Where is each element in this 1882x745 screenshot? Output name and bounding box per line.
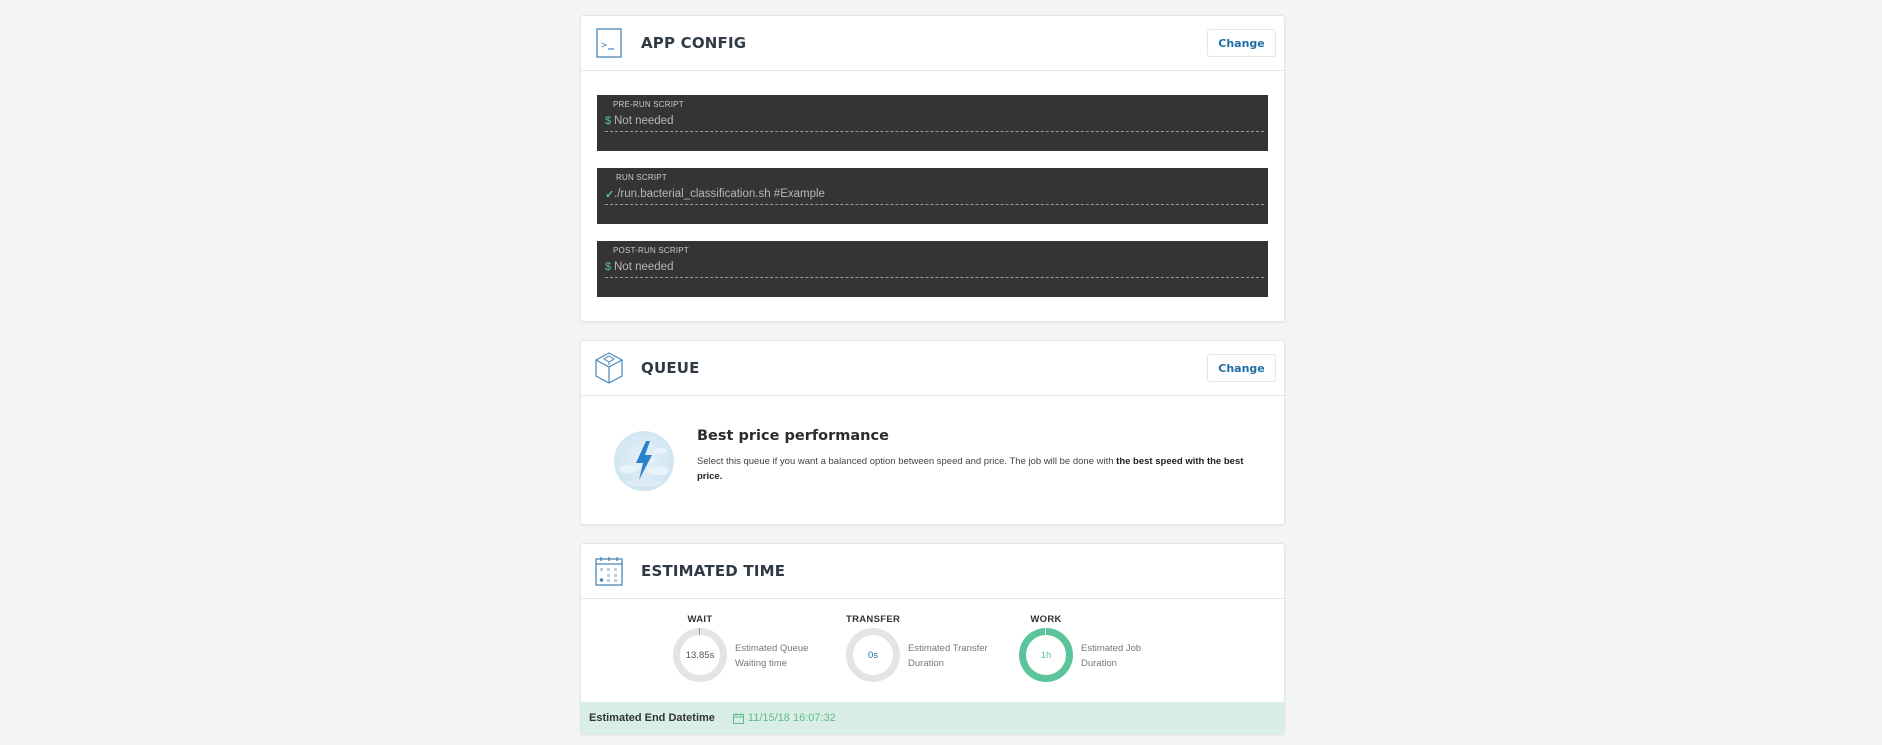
dollar-prompt-icon: $	[605, 261, 612, 273]
post-run-script-value: Not needed	[614, 261, 674, 273]
calendar-icon	[593, 555, 625, 587]
transfer-metric: TRANSFER 0s Estimated Transfer Duration	[846, 614, 988, 682]
estimated-end-value: 11/15/18 16:07:32	[732, 712, 836, 724]
transfer-desc-line2: Duration	[908, 658, 944, 669]
app-config-header: > APP CONFIG Change	[581, 16, 1284, 71]
pre-run-script-line[interactable]: $ Not needed	[605, 111, 1264, 132]
estimated-end-datetime-bar: Estimated End Datetime 11/15/18 16:07:32	[581, 702, 1284, 734]
work-desc-line2: Duration	[1081, 658, 1117, 669]
pre-run-script-value: Not needed	[614, 115, 674, 127]
queue-header: QUEUE Change	[581, 341, 1284, 396]
check-icon: ✓	[605, 188, 615, 201]
calendar-small-icon	[732, 712, 744, 724]
pre-run-script-box[interactable]: PRE-RUN SCRIPT $ Not needed	[597, 95, 1268, 151]
scripts-list: PRE-RUN SCRIPT $ Not needed RUN SCRIPT ✓…	[581, 71, 1284, 321]
queue-card: QUEUE Change Best price performance Sele…	[580, 340, 1285, 525]
app-config-change-button[interactable]: Change	[1207, 29, 1276, 57]
work-gauge: 1h	[1019, 628, 1073, 682]
estimated-time-header: ESTIMATED TIME	[581, 544, 1284, 599]
run-script-value: ./run.bacterial_classification.sh #Examp…	[614, 188, 825, 200]
work-value: 1h	[1026, 635, 1066, 675]
estimated-time-title: ESTIMATED TIME	[641, 562, 786, 580]
work-desc-line1: Estimated Job	[1081, 643, 1142, 654]
queue-option-title: Best price performance	[697, 428, 889, 444]
estimated-end-label: Estimated End Datetime	[589, 712, 715, 724]
transfer-gauge: 0s	[846, 628, 900, 682]
terminal-icon: >	[593, 27, 625, 59]
work-metric: WORK 1h Estimated Job Duration	[1019, 614, 1141, 682]
run-script-label: RUN SCRIPT	[616, 173, 667, 182]
post-run-script-box[interactable]: POST-RUN SCRIPT $ Not needed	[597, 241, 1268, 297]
wait-value: 13.85s	[680, 635, 720, 675]
run-script-box[interactable]: RUN SCRIPT ✓ ./run.bacterial_classificat…	[597, 168, 1268, 224]
estimated-end-datetime: 11/15/18 16:07:32	[747, 712, 836, 724]
transfer-title: TRANSFER	[846, 614, 901, 625]
post-run-script-label: POST-RUN SCRIPT	[613, 246, 689, 255]
dollar-prompt-icon: $	[605, 115, 612, 127]
work-description: Estimated Job Duration	[1081, 641, 1171, 671]
lightning-cloud-icon	[614, 431, 674, 491]
svg-text:>: >	[601, 40, 607, 51]
app-config-title: APP CONFIG	[641, 34, 747, 52]
wait-desc-line1: Estimated Queue	[735, 643, 809, 654]
wait-desc-line2: Waiting time	[735, 658, 787, 669]
transfer-description: Estimated Transfer Duration	[908, 641, 998, 671]
run-script-line[interactable]: ✓ ./run.bacterial_classification.sh #Exa…	[605, 184, 1264, 205]
estimated-time-metrics: WAIT 13.85s Estimated Queue Waiting time…	[581, 599, 1284, 734]
pre-run-script-label: PRE-RUN SCRIPT	[613, 100, 684, 109]
work-title: WORK	[1030, 614, 1062, 625]
queue-change-button[interactable]: Change	[1207, 354, 1276, 382]
wait-description: Estimated Queue Waiting time	[735, 641, 825, 671]
wait-metric: WAIT 13.85s Estimated Queue Waiting time	[673, 614, 808, 682]
queue-title: QUEUE	[641, 359, 700, 377]
queue-option: Best price performance Select this queue…	[581, 396, 1284, 524]
app-config-card: > APP CONFIG Change PRE-RUN SCRIPT $ Not…	[580, 15, 1285, 322]
transfer-desc-line1: Estimated Transfer	[908, 643, 988, 654]
post-run-script-line[interactable]: $ Not needed	[605, 257, 1264, 278]
estimated-time-card: ESTIMATED TIME WAIT 13.85s Estimated Que…	[580, 543, 1285, 735]
wait-gauge: 13.85s	[673, 628, 727, 682]
queue-desc-text: Select this queue if you want a balanced…	[697, 456, 1117, 467]
transfer-value: 0s	[853, 635, 893, 675]
wait-title: WAIT	[687, 614, 713, 625]
queue-option-description: Select this queue if you want a balanced…	[697, 454, 1257, 484]
cube-icon	[593, 352, 625, 384]
job-summary: > APP CONFIG Change PRE-RUN SCRIPT $ Not…	[580, 15, 1285, 735]
